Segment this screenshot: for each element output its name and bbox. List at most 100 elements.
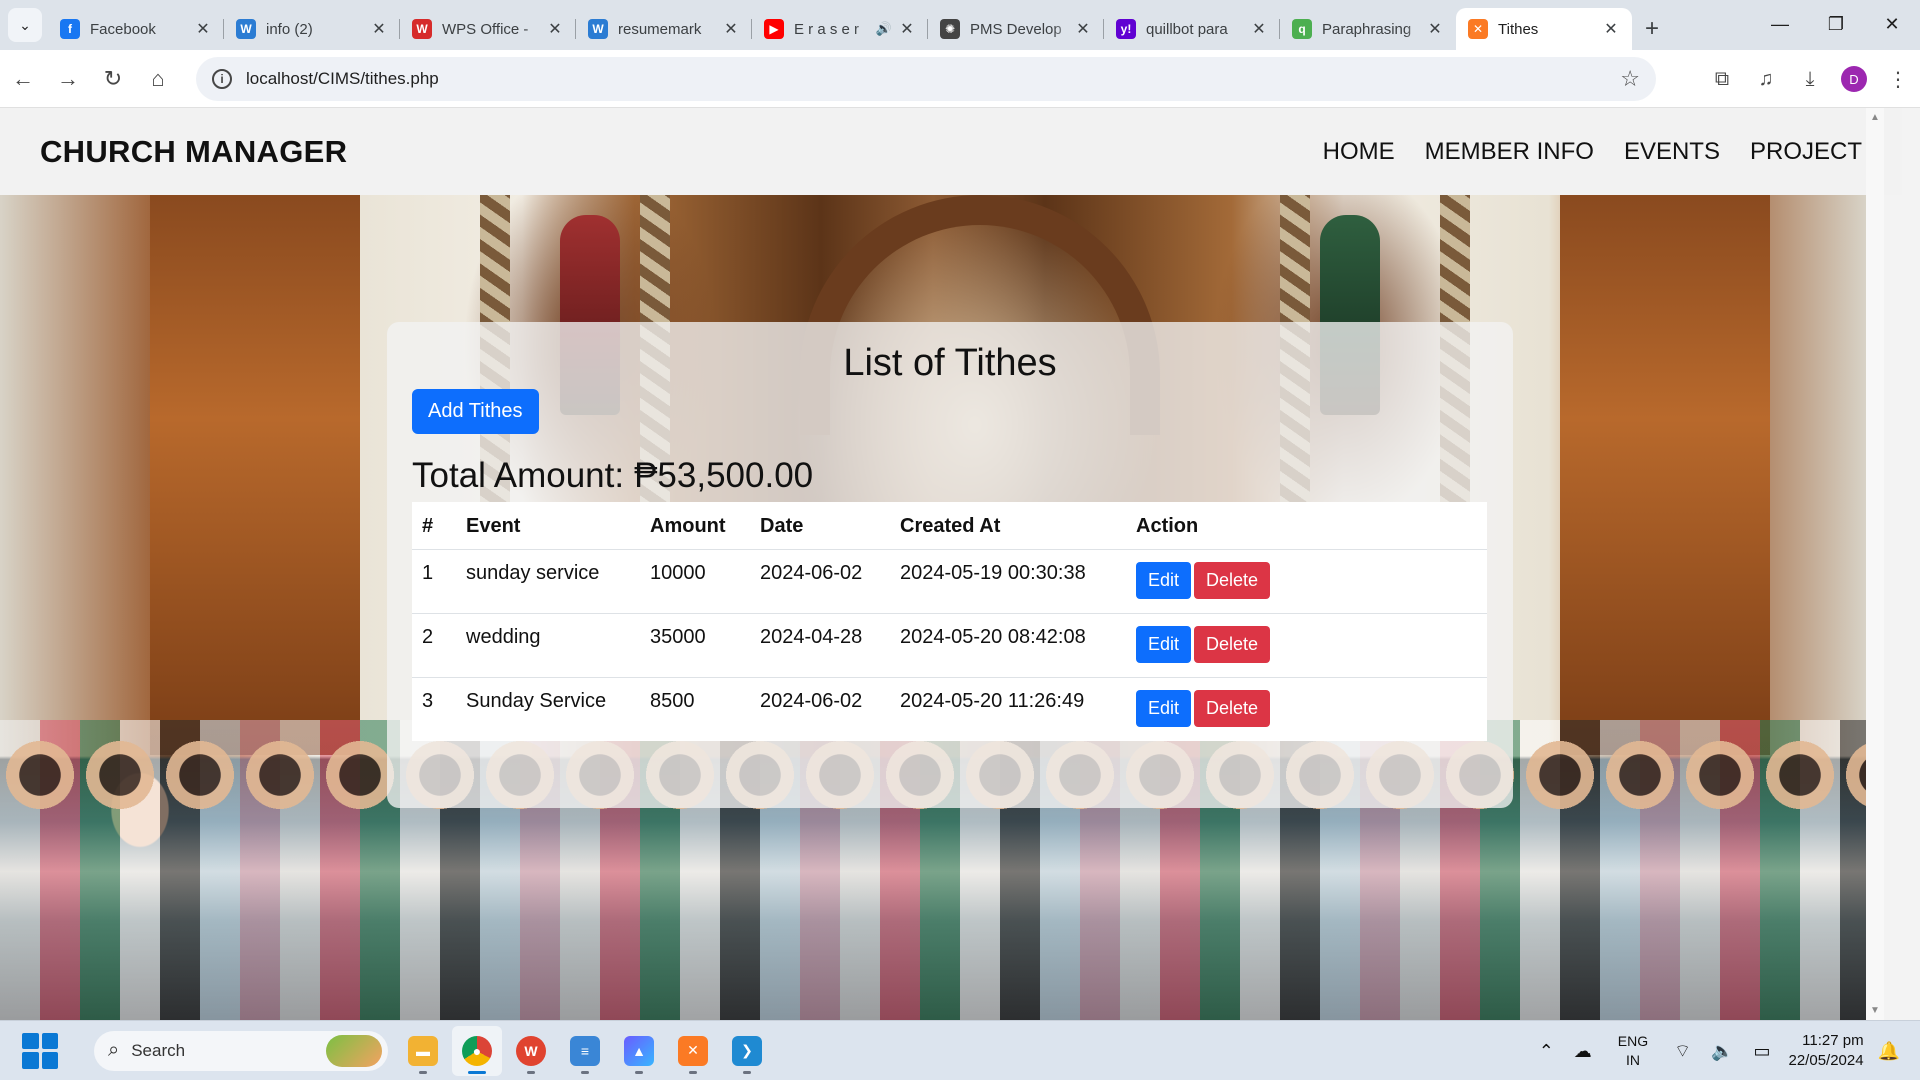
edit-button[interactable]: Edit (1136, 626, 1192, 663)
nav-link-member-info[interactable]: MEMBER INFO (1425, 138, 1594, 166)
region-code: IN (1625, 1052, 1640, 1068)
toolbar-actions: ⧉ ♫ ⤓ D ⋮ (1700, 57, 1920, 101)
restore-button[interactable]: ❐ (1808, 0, 1864, 48)
column-header: Action (1126, 502, 1487, 550)
running-indicator (743, 1070, 751, 1074)
tab-close-icon[interactable]: ✕ (1426, 19, 1444, 39)
created-at-cell: 2024-05-20 08:42:08 (890, 613, 1126, 678)
delete-button[interactable]: Delete (1194, 690, 1271, 727)
tab-audio-icon[interactable]: 🔊 (876, 21, 892, 37)
chrome-app[interactable]: ● (452, 1025, 502, 1076)
add-tithes-button[interactable]: Add Tithes (412, 389, 539, 434)
event-cell: wedding (456, 613, 640, 678)
file-explorer-app[interactable]: ▬ (398, 1026, 448, 1076)
url-text[interactable]: localhost/CIMS/tithes.php (246, 69, 1620, 89)
running-indicator (468, 1070, 486, 1074)
photos-app[interactable]: ▲ (614, 1026, 664, 1076)
tab-close-icon[interactable]: ✕ (1602, 19, 1620, 39)
table-row: 3 Sunday Service 8500 2024-06-02 2024-05-20 … (412, 678, 1487, 742)
site-info-icon[interactable]: i (212, 69, 232, 89)
profile-button[interactable]: D (1832, 57, 1876, 101)
date-cell: 2024-06-02 (760, 690, 863, 712)
address-bar[interactable]: i localhost/CIMS/tithes.php ☆ (196, 57, 1656, 101)
browser-tab[interactable]: W WPS Office - ✕ (400, 8, 576, 50)
browser-tab[interactable]: ✺ PMS Develop ✕ (928, 8, 1104, 50)
tab-close-icon[interactable]: ✕ (370, 19, 388, 39)
vscode-app[interactable]: ❯ (722, 1026, 772, 1076)
notification-bell-icon[interactable]: 🔔 (1878, 1041, 1900, 1062)
notepad-app[interactable]: ≡ (560, 1026, 610, 1076)
browser-tab[interactable]: f Facebook ✕ (48, 8, 224, 50)
home-icon: ⌂ (151, 65, 165, 91)
clock[interactable]: 11:27 pm 22/05/2024 (1789, 1031, 1864, 1071)
back-arrow-icon: ← (12, 65, 34, 91)
wps-icon: W (516, 1035, 546, 1066)
windows-logo-icon (41, 1052, 58, 1069)
browser-toolbar: ← → ↻ ⌂ i localhost/CIMS/tithes.php ☆ ⧉ … (0, 50, 1920, 108)
browser-tab[interactable]: ▶ E r a s e r 🔊 ✕ (752, 8, 928, 50)
word-icon: W (588, 19, 608, 39)
nav-link-home[interactable]: HOME (1323, 138, 1395, 166)
wps-icon: W (412, 19, 432, 39)
facebook-icon: f (60, 19, 80, 39)
tab-close-icon[interactable]: ✕ (194, 19, 212, 39)
chevron-up-icon[interactable]: ⌃ (1539, 1041, 1554, 1062)
running-indicator (581, 1070, 589, 1074)
media-controls-button[interactable]: ♫ (1744, 57, 1788, 101)
edit-button[interactable]: Edit (1136, 562, 1192, 599)
tab-search-button[interactable]: ⌄ (8, 8, 42, 42)
amount-cell: 8500 (650, 690, 695, 712)
downloads-button[interactable]: ⤓ (1788, 57, 1832, 101)
battery-icon[interactable]: ▭ (1753, 1041, 1770, 1062)
row-number: 1 (412, 549, 456, 614)
youtube-icon: ▶ (764, 19, 784, 39)
windows-logo-icon (22, 1032, 39, 1049)
reload-button[interactable]: ↻ (91, 57, 135, 101)
windows-logo-icon (41, 1032, 58, 1049)
wifi-icon[interactable]: ⌔ (1674, 1040, 1691, 1063)
back-button[interactable]: ← (1, 57, 45, 101)
tab-close-icon[interactable]: ✕ (1074, 19, 1092, 39)
forward-button[interactable]: → (46, 57, 90, 101)
site-brand[interactable]: CHURCH MANAGER (40, 134, 347, 170)
onedrive-cloud-icon[interactable]: ☁ (1574, 1041, 1592, 1062)
language-indicator[interactable]: ENG IN (1618, 1032, 1648, 1070)
tab-close-icon[interactable]: ✕ (722, 19, 740, 39)
browser-tab[interactable]: q Paraphrasing ✕ (1280, 8, 1456, 50)
delete-button[interactable]: Delete (1194, 562, 1271, 599)
tab-close-icon[interactable]: ✕ (546, 19, 564, 39)
taskbar-search[interactable]: ⌕ Search (94, 1030, 388, 1071)
new-tab-button[interactable]: + (1632, 8, 1672, 50)
edit-button[interactable]: Edit (1136, 690, 1192, 727)
nav-link-events[interactable]: EVENTS (1624, 138, 1720, 166)
extensions-button[interactable]: ⧉ (1700, 57, 1744, 101)
close-window-button[interactable]: ✕ (1864, 0, 1920, 48)
scroll-up-icon[interactable]: ▲ (1870, 112, 1880, 123)
tab-close-icon[interactable]: ✕ (898, 19, 916, 39)
wps-app[interactable]: W (506, 1026, 556, 1076)
home-button[interactable]: ⌂ (136, 57, 180, 101)
menu-button[interactable]: ⋮ (1876, 57, 1920, 101)
scroll-down-icon[interactable]: ▼ (1870, 1005, 1880, 1016)
page-scrollbar[interactable]: ▲ ▼ (1866, 108, 1884, 1020)
tithes-table: # Event Amount Date Created At Action 1 sunday… (412, 502, 1487, 741)
delete-button[interactable]: Delete (1194, 626, 1271, 663)
start-button[interactable] (22, 1032, 58, 1069)
event-cell: Sunday Service (466, 690, 607, 712)
minimize-button[interactable]: — (1752, 0, 1808, 48)
browser-tab[interactable]: Wresumemark ✕ (576, 8, 752, 50)
reload-icon: ↻ (103, 65, 123, 91)
tab-list: f Facebook ✕ Winfo (2) ✕ W WPS Office - ✕ Wresum… (48, 8, 1632, 50)
bookmark-star-icon[interactable]: ☆ (1620, 66, 1640, 92)
close-icon: ✕ (1884, 13, 1900, 34)
volume-icon[interactable]: 🔈 (1711, 1041, 1733, 1062)
browser-tab[interactable]: y! quillbot para ✕ (1104, 8, 1280, 50)
xampp-app[interactable]: ✕ (668, 1026, 718, 1076)
tithes-card: List of Tithes Add Tithes Total Amount: … (387, 322, 1513, 808)
search-icon: ⌕ (108, 1039, 120, 1061)
tab-close-icon[interactable]: ✕ (1250, 19, 1268, 39)
quillbot-icon: q (1292, 19, 1312, 39)
nav-link-project[interactable]: PROJECT (1750, 138, 1862, 166)
browser-tab[interactable]: Winfo (2) ✕ (224, 8, 400, 50)
browser-tab[interactable]: ✕ Tithes ✕ (1456, 8, 1632, 50)
